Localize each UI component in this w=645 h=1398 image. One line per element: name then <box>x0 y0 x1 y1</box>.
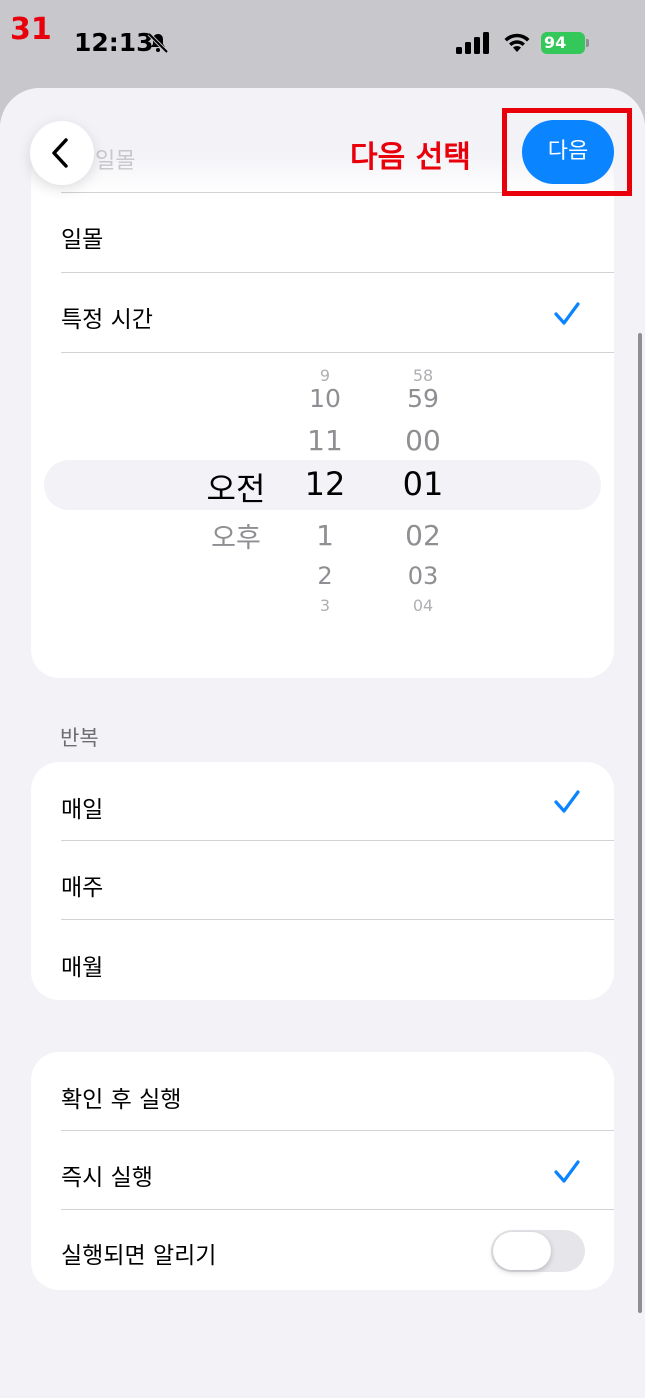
repeat-card: 매일 매주 매월 <box>31 762 614 1000</box>
time-option-sunset[interactable]: 일몰 <box>61 220 585 254</box>
cellular-signal-icon <box>456 32 489 54</box>
status-time: 12:13 <box>74 28 154 57</box>
battery-level: 94 <box>544 33 567 52</box>
back-button[interactable] <box>30 121 94 185</box>
repeat-section-label: 반복 <box>60 726 99 750</box>
minute-option[interactable]: 58 <box>383 366 463 385</box>
bell-slash-icon <box>147 32 169 54</box>
battery-indicator: 94 <box>541 32 589 54</box>
time-option-label: 일몰 <box>61 227 104 253</box>
hour-selected[interactable]: 12 <box>285 465 365 503</box>
notify-toggle[interactable] <box>491 1230 585 1272</box>
ampm-selected[interactable]: 오전 <box>201 464 271 510</box>
minute-selected[interactable]: 01 <box>383 465 463 503</box>
wifi-icon <box>504 33 530 52</box>
repeat-option-label: 매월 <box>61 955 104 981</box>
minute-option[interactable]: 02 <box>383 519 463 552</box>
scrollbar[interactable] <box>638 333 642 1313</box>
highlight-box <box>502 108 632 196</box>
minute-option[interactable]: 00 <box>383 424 463 457</box>
run-option-label: 확인 후 실행 <box>61 1087 182 1113</box>
repeat-option-daily[interactable]: 매일 <box>61 790 585 824</box>
checkmark-icon <box>554 1160 580 1183</box>
notify-label: 실행되면 알리기 <box>61 1243 217 1269</box>
status-bar: 31 12:13 94 <box>0 0 645 88</box>
minute-option[interactable]: 04 <box>383 596 463 615</box>
run-option-immediate[interactable]: 즉시 실행 <box>61 1158 585 1192</box>
minute-option[interactable]: 03 <box>383 562 463 590</box>
hour-option[interactable]: 10 <box>285 384 365 413</box>
checkmark-icon <box>554 302 580 325</box>
minute-option[interactable]: 59 <box>383 384 463 413</box>
time-options-card: 일몰 특정 시간 오전 오후 9 10 11 12 1 2 3 58 59 00… <box>31 148 614 678</box>
hour-option[interactable]: 9 <box>285 366 365 385</box>
run-option-label: 즉시 실행 <box>61 1165 153 1191</box>
hour-option[interactable]: 1 <box>285 519 365 552</box>
hour-option[interactable]: 11 <box>285 424 365 457</box>
time-option-specific[interactable]: 특정 시간 <box>61 300 585 334</box>
hour-option[interactable]: 2 <box>285 562 365 590</box>
run-mode-card: 확인 후 실행 즉시 실행 실행되면 알리기 <box>31 1052 614 1290</box>
repeat-option-monthly[interactable]: 매월 <box>61 948 585 982</box>
edit-automation-sheet: 일몰 특정 시간 오전 오후 9 10 11 12 1 2 3 58 59 00… <box>0 88 645 1398</box>
annotation-label: 다음 선택 <box>350 140 471 175</box>
repeat-option-label: 매일 <box>61 797 104 823</box>
chevron-left-icon <box>52 138 68 168</box>
run-option-confirm[interactable]: 확인 후 실행 <box>61 1080 585 1114</box>
hour-option[interactable]: 3 <box>285 596 365 615</box>
repeat-option-weekly[interactable]: 매주 <box>61 868 585 902</box>
time-option-label: 특정 시간 <box>61 307 153 333</box>
checkmark-icon <box>554 790 580 813</box>
repeat-option-label: 매주 <box>61 875 104 901</box>
step-number: 31 <box>10 12 52 47</box>
header-peek-text: 일몰 <box>95 149 136 174</box>
ampm-option[interactable]: 오후 <box>201 516 271 555</box>
toggle-knob <box>493 1232 551 1270</box>
